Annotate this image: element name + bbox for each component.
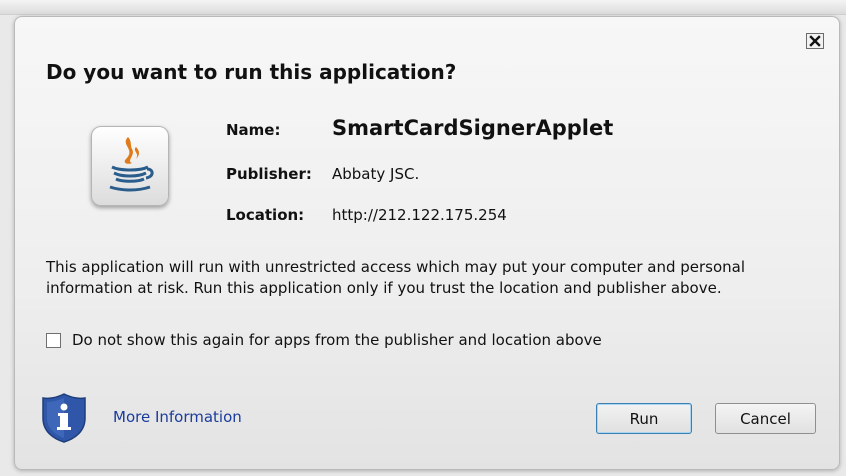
do-not-show-checkbox[interactable] bbox=[46, 333, 61, 348]
warning-line-2: information at risk. Run this applicatio… bbox=[46, 279, 722, 297]
cancel-button[interactable]: Cancel bbox=[715, 403, 816, 434]
publisher-value: Abbaty JSC. bbox=[332, 165, 420, 183]
warning-line-1: This application will run with unrestric… bbox=[46, 258, 746, 276]
do-not-show-label[interactable]: Do not show this again for apps from the… bbox=[72, 331, 602, 349]
java-cup-icon bbox=[109, 137, 154, 192]
close-icon bbox=[809, 35, 821, 47]
app-name: SmartCardSignerApplet bbox=[332, 116, 614, 140]
dialog-title: Do you want to run this application? bbox=[46, 60, 457, 84]
location-label: Location: bbox=[226, 206, 305, 224]
security-dialog bbox=[14, 16, 840, 470]
publisher-label: Publisher: bbox=[226, 165, 312, 183]
location-value: http://212.122.175.254 bbox=[332, 206, 507, 224]
background-window-strip bbox=[0, 0, 846, 15]
run-button[interactable]: Run bbox=[596, 403, 692, 434]
name-label: Name: bbox=[226, 121, 281, 139]
more-information-link[interactable]: More Information bbox=[113, 408, 242, 426]
close-button[interactable] bbox=[806, 33, 824, 49]
shield-info-icon bbox=[40, 392, 88, 444]
java-app-icon bbox=[91, 126, 169, 206]
security-warning-text: This application will run with unrestric… bbox=[46, 257, 806, 299]
